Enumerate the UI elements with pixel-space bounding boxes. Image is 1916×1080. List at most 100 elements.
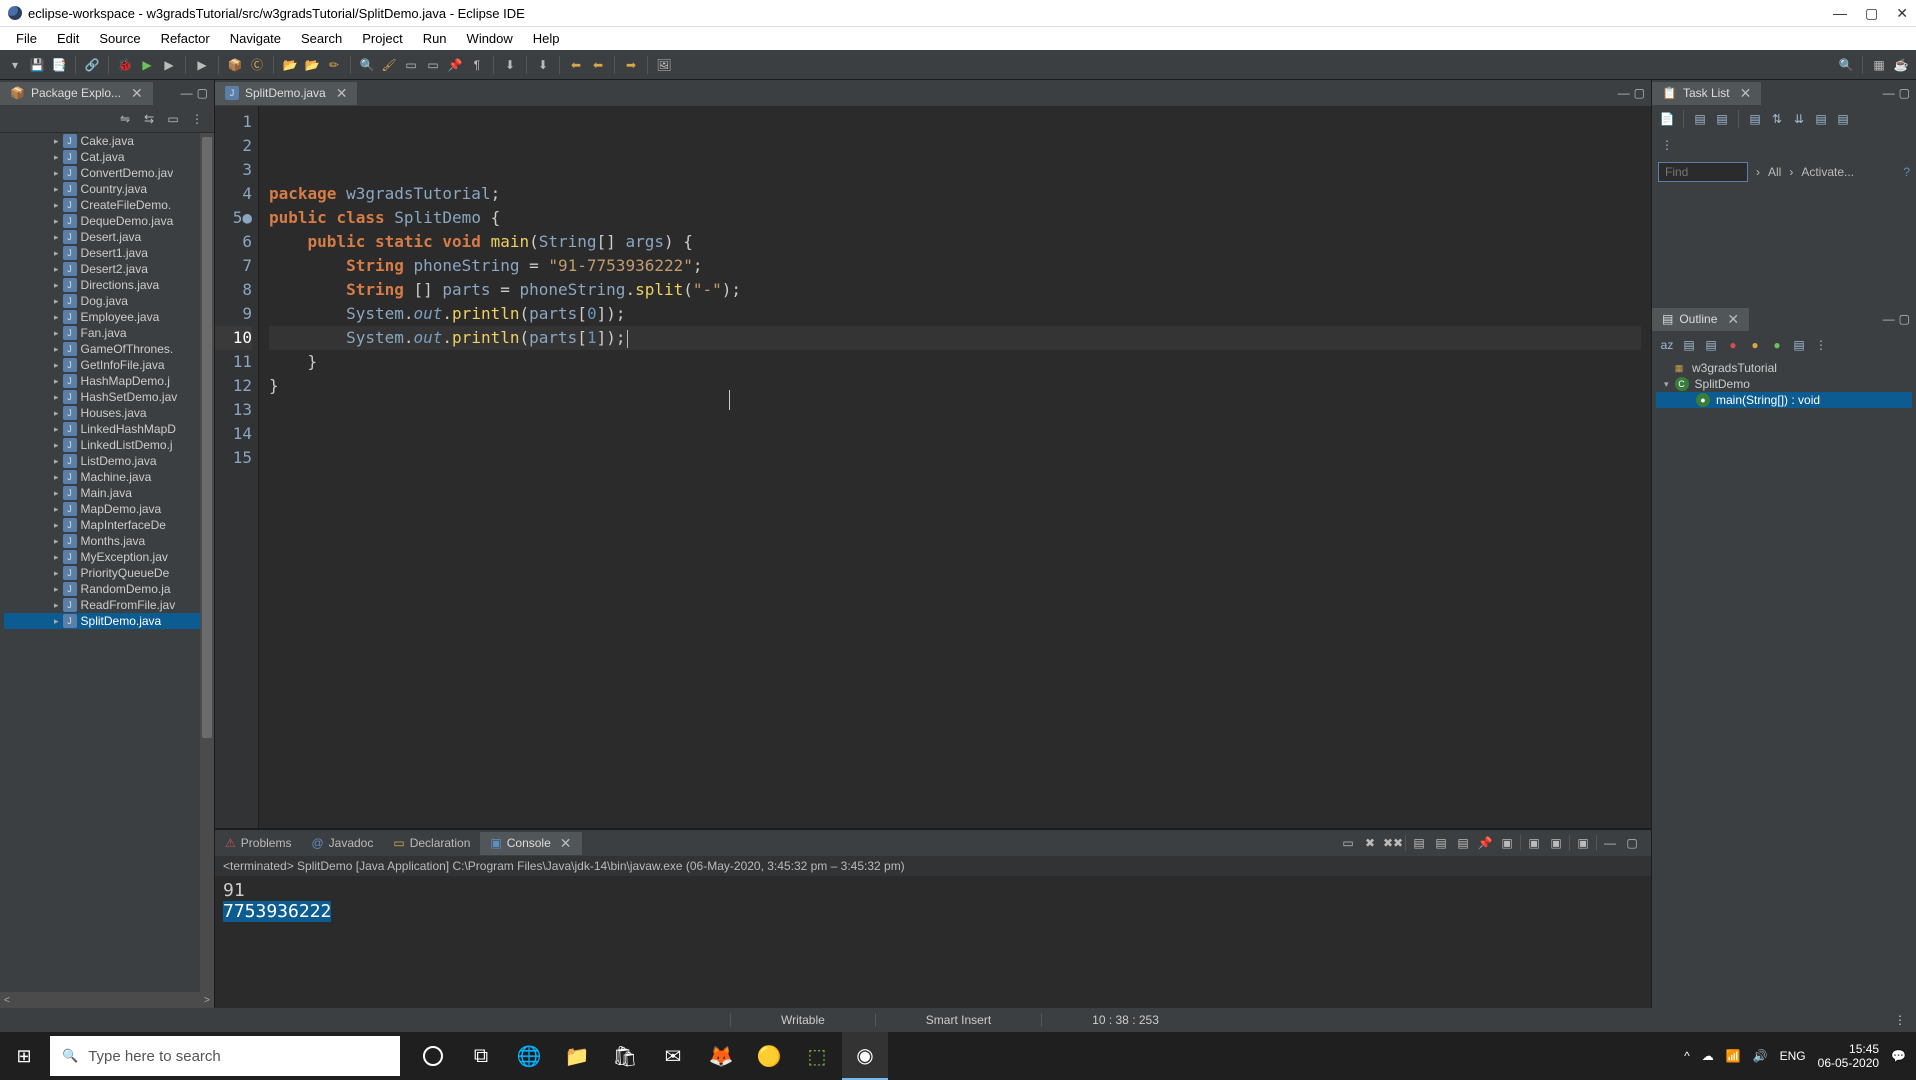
display-icon[interactable]: ▣ <box>1498 836 1516 850</box>
tree-item[interactable]: ▸ J Cat.java <box>4 149 214 165</box>
step-icon[interactable]: ⬇ <box>501 56 519 74</box>
menu-window[interactable]: Window <box>457 29 523 48</box>
run-last-icon[interactable]: ▶ <box>193 56 211 74</box>
tab-javadoc[interactable]: @Javadoc <box>301 833 383 853</box>
menu-source[interactable]: Source <box>89 29 150 48</box>
clear-icon[interactable]: ▤ <box>1410 836 1428 850</box>
scroll-lock-icon[interactable]: ▤ <box>1432 836 1450 850</box>
bookmark-icon[interactable]: ▭ <box>402 56 420 74</box>
pin-console-icon[interactable]: 📌 <box>1476 836 1494 850</box>
minimize-view-icon[interactable]: — <box>1883 312 1895 326</box>
close-icon[interactable]: ✕ <box>131 85 143 102</box>
tree-item[interactable]: ▸ J Machine.java <box>4 469 214 485</box>
maximize-view-icon[interactable]: ▢ <box>1634 86 1645 100</box>
menu-refactor[interactable]: Refactor <box>151 29 220 48</box>
hide-static-icon[interactable]: ▤ <box>1702 336 1720 354</box>
link-outline-icon[interactable]: ● <box>1768 336 1786 354</box>
tree-item[interactable]: ▸ J Main.java <box>4 485 214 501</box>
camtasia-icon[interactable]: ⬚ <box>794 1032 840 1080</box>
maximize-view-icon[interactable]: ▢ <box>1899 312 1910 326</box>
perspective-icon[interactable]: 🖼 <box>655 56 673 74</box>
tree-item[interactable]: ▸ J Country.java <box>4 181 214 197</box>
view-menu-icon[interactable]: ⋮ <box>188 110 206 128</box>
cortana-icon[interactable] <box>410 1032 456 1080</box>
sort-icon[interactable]: az <box>1658 336 1676 354</box>
hide-nonpublic-icon[interactable]: ● <box>1724 336 1742 354</box>
next-annotation-icon[interactable]: ⬇ <box>534 56 552 74</box>
file-tree[interactable]: ▸ J Cake.java▸ J Cat.java▸ J ConvertDemo… <box>0 133 214 992</box>
link-editor-icon[interactable]: ⇆ <box>140 110 158 128</box>
hide-fields-icon[interactable]: ▤ <box>1680 336 1698 354</box>
tree-item[interactable]: ▸ J Directions.java <box>4 277 214 293</box>
scrollbar-vertical[interactable] <box>200 133 214 992</box>
tab-problems[interactable]: ⚠Problems <box>215 833 301 853</box>
tray-lang[interactable]: ENG <box>1780 1049 1806 1063</box>
close-icon[interactable]: ✕ <box>560 835 572 852</box>
focus-task-icon[interactable]: ▤ <box>1746 110 1764 128</box>
terminate-icon[interactable]: ▭ <box>1339 836 1357 850</box>
tray-notification-icon[interactable]: 💬 <box>1891 1049 1906 1063</box>
edge-icon[interactable]: 🌐 <box>506 1032 552 1080</box>
collapse-all-icon[interactable]: ⇋ <box>116 110 134 128</box>
tree-item[interactable]: ▸ J GetInfoFile.java <box>4 357 214 373</box>
debug-icon[interactable]: 🐞 <box>116 56 134 74</box>
tray-up-icon[interactable]: ^ <box>1684 1049 1690 1063</box>
back2-icon[interactable]: ⬅ <box>589 56 607 74</box>
tree-item[interactable]: ▸ J Cake.java <box>4 133 214 149</box>
focus-icon[interactable]: ▭ <box>164 110 182 128</box>
menu-file[interactable]: File <box>6 29 47 48</box>
tray-onedrive-icon[interactable]: ☁ <box>1702 1049 1714 1063</box>
console-select-icon[interactable]: ▣ <box>1525 836 1543 850</box>
save-icon[interactable]: 💾 <box>28 56 46 74</box>
coverage-icon[interactable]: ▶ <box>160 56 178 74</box>
tree-item[interactable]: ▸ J HashMapDemo.j <box>4 373 214 389</box>
collapse-tasks-icon[interactable]: ⇊ <box>1790 110 1808 128</box>
menu-project[interactable]: Project <box>352 29 412 48</box>
run-icon[interactable]: ▶ <box>138 56 156 74</box>
back-icon[interactable]: ⬅ <box>567 56 585 74</box>
maximize-view-icon[interactable]: ▢ <box>1899 86 1910 100</box>
new-class-icon[interactable]: Ⓒ <box>248 56 266 74</box>
open-type-icon[interactable]: 📂 <box>281 56 299 74</box>
tray-clock[interactable]: 15:45 06-05-2020 <box>1818 1042 1879 1071</box>
tray-volume-icon[interactable]: 🔊 <box>1753 1049 1768 1063</box>
menu-help[interactable]: Help <box>523 29 570 48</box>
categorize-icon[interactable]: ▤ <box>1691 110 1709 128</box>
maximize-console-icon[interactable]: ▢ <box>1623 836 1641 850</box>
close-button[interactable]: ✕ <box>1896 5 1908 22</box>
close-icon[interactable]: ✕ <box>1740 85 1752 102</box>
tab-console[interactable]: ▣Console✕ <box>480 832 581 855</box>
minimize-view-icon[interactable]: — <box>181 86 193 100</box>
tree-item[interactable]: ▸ J ListDemo.java <box>4 453 214 469</box>
task-list-tab[interactable]: 📋 Task List ✕ <box>1652 82 1761 105</box>
new-task-icon[interactable]: 📄 <box>1658 110 1676 128</box>
presentation-icon[interactable]: ▤ <box>1834 110 1852 128</box>
menu-edit[interactable]: Edit <box>47 29 89 48</box>
tab-declaration[interactable]: ▭Declaration <box>383 833 480 853</box>
link-icon[interactable]: 🔗 <box>83 56 101 74</box>
maximize-button[interactable]: ▢ <box>1865 5 1878 22</box>
code-editor[interactable]: package w3gradsTutorial;public class Spl… <box>259 106 1651 828</box>
find-activate[interactable]: Activate... <box>1801 165 1854 179</box>
console-output[interactable]: 91 7753936222 <box>215 876 1651 926</box>
tree-item[interactable]: ▸ J Desert.java <box>4 229 214 245</box>
mail-icon[interactable]: ✉ <box>650 1032 696 1080</box>
close-icon[interactable]: ✕ <box>1727 311 1739 328</box>
tray-wifi-icon[interactable]: 📶 <box>1726 1049 1741 1063</box>
open-task-icon[interactable]: 📂 <box>303 56 321 74</box>
filter-tasks-icon[interactable]: ▤ <box>1812 110 1830 128</box>
minimize-view-icon[interactable]: — <box>1618 86 1630 100</box>
maximize-view-icon[interactable]: ▢ <box>197 86 208 100</box>
store-icon[interactable]: 🛍 <box>602 1032 648 1080</box>
editor-tab-splitdemo[interactable]: J SplitDemo.java ✕ <box>215 82 357 105</box>
close-icon[interactable]: ✕ <box>336 85 348 102</box>
wand-icon[interactable]: ✏ <box>325 56 343 74</box>
tree-item[interactable]: ▸ J ReadFromFile.jav <box>4 597 214 613</box>
task-view-icon[interactable]: ⧉ <box>458 1032 504 1080</box>
help-icon[interactable]: ? <box>1903 165 1910 179</box>
scrollbar-horizontal[interactable]: <> <box>0 992 214 1008</box>
tree-item[interactable]: ▸ J Houses.java <box>4 405 214 421</box>
chrome-icon[interactable]: 🟡 <box>746 1032 792 1080</box>
save-all-icon[interactable]: 📑 <box>50 56 68 74</box>
start-button[interactable]: ⊞ <box>0 1032 48 1080</box>
